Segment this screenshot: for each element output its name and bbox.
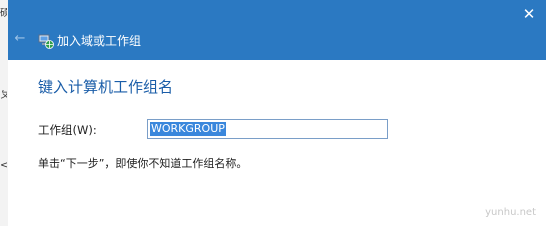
watermark: yunhu.net xyxy=(485,207,536,218)
back-button[interactable]: ← xyxy=(12,30,28,48)
workgroup-input[interactable]: WORKGROUP xyxy=(147,119,388,139)
wizard-title: 加入域或工作组 xyxy=(57,34,142,48)
background-glyph: < xyxy=(0,160,7,171)
wizard-title-bar: ✕ ← 加入域或工作组 xyxy=(8,0,546,60)
background-glyph: ㄆ xyxy=(0,90,7,101)
close-button[interactable]: ✕ xyxy=(518,3,540,25)
workgroup-input-value: WORKGROUP xyxy=(150,122,226,136)
hint-text: 单击“下一步”，即使你不知道工作组名称。 xyxy=(38,157,248,170)
page-heading: 键入计算机工作组名 xyxy=(38,78,174,96)
workgroup-label: 工作组(W): xyxy=(38,123,97,137)
wizard-content: 键入计算机工作组名 工作组(W): WORKGROUP 单击“下一步”，即使你不… xyxy=(8,60,546,226)
background-glyph: 硕 xyxy=(0,8,7,19)
network-computer-icon xyxy=(38,33,54,49)
